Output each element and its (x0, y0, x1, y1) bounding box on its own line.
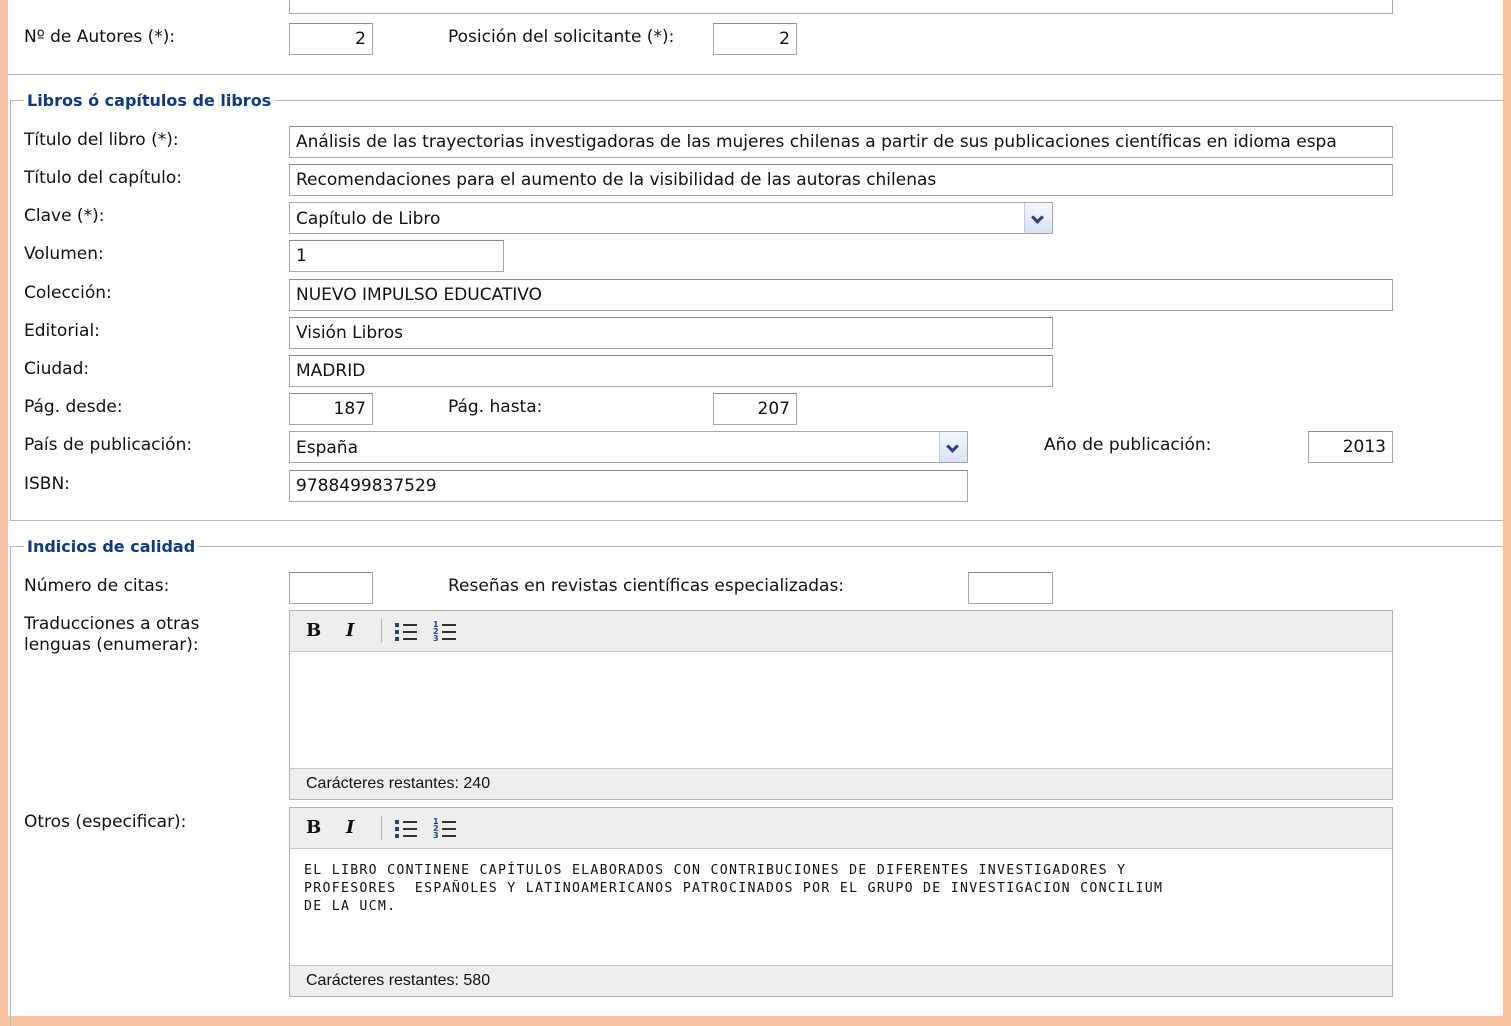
authors-count-label: Nº de Autores (*): (24, 27, 176, 47)
toolbar-separator (381, 619, 382, 643)
collection-input[interactable]: NUEVO IMPULSO EDUCATIVO (289, 279, 1393, 311)
page-to-input[interactable]: 207 (713, 393, 797, 425)
volume-label: Volumen: (24, 244, 104, 264)
others-text-line: EL LIBRO CONTINENE CAPÍTULOS ELABORADOS … (304, 863, 1127, 878)
others-label: Otros (especificar): (24, 812, 187, 832)
citations-input[interactable] (289, 572, 373, 604)
quality-legend: Indicios de calidad (24, 537, 199, 557)
country-label: País de publicación: (24, 435, 193, 455)
toolbar-separator (381, 816, 382, 840)
section-divider (8, 74, 1503, 75)
country-select-value: España (296, 438, 358, 458)
chevron-down-icon[interactable] (939, 432, 967, 462)
others-remaining: Carácteres restantes: 580 (290, 965, 1392, 996)
page-from-input[interactable]: 187 (289, 393, 373, 425)
translations-editor: B I 1 2 3 Carácteres restantes: 240 (289, 610, 1393, 800)
others-text-line: DE LA UCM. (304, 899, 397, 914)
city-input[interactable]: MADRID (289, 355, 1053, 387)
chevron-down-icon[interactable] (1024, 203, 1052, 233)
translations-remaining: Carácteres restantes: 240 (290, 768, 1392, 799)
key-select[interactable]: Capítulo de Libro (289, 202, 1053, 234)
key-select-value: Capítulo de Libro (296, 209, 441, 229)
book-title-label: Título del libro (*): (24, 130, 179, 150)
chapter-title-label: Título del capítulo: (24, 168, 183, 188)
key-label: Clave (*): (24, 206, 105, 226)
publisher-label: Editorial: (24, 321, 100, 341)
bold-icon[interactable]: B (306, 621, 321, 641)
country-select[interactable]: España (289, 431, 968, 463)
page-from-label: Pág. desde: (24, 397, 123, 417)
others-editor: B I 1 2 3 EL LIBRO CONTINENE CAPÍTULOS E… (289, 807, 1393, 997)
italic-icon[interactable]: I (346, 621, 354, 641)
isbn-input[interactable]: 9788499837529 (289, 470, 968, 502)
applicant-position-input[interactable]: 2 (713, 23, 797, 55)
translations-text-area[interactable] (304, 669, 1378, 767)
citations-label: Número de citas: (24, 576, 170, 596)
volume-input[interactable]: 1 (289, 240, 504, 272)
book-title-input[interactable]: Análisis de las trayectorias investigado… (289, 126, 1393, 158)
collection-label: Colección: (24, 283, 112, 303)
form-panel: Nº de Autores (*): 2 Posición del solici… (8, 0, 1503, 1026)
publisher-input[interactable]: Visión Libros (289, 317, 1053, 349)
year-input[interactable]: 2013 (1308, 431, 1393, 463)
year-label: Año de publicación: (1044, 435, 1212, 455)
others-text-line: PROFESORES ESPAÑOLES Y LATINOAMERICANOS … (304, 881, 1164, 896)
chapter-title-input[interactable]: Recomendaciones para el aumento de la vi… (289, 164, 1393, 196)
translations-label-line2: lenguas (enumerar): (24, 635, 199, 655)
bullet-list-icon[interactable] (394, 818, 418, 840)
bullet-list-icon[interactable] (394, 621, 418, 643)
previous-field-partial[interactable] (289, 0, 1393, 14)
city-label: Ciudad: (24, 359, 90, 379)
books-legend: Libros ó capítulos de libros (24, 91, 275, 111)
reviews-input[interactable] (968, 572, 1053, 604)
reviews-label: Reseñas en revistas científicas especial… (448, 576, 845, 596)
translations-label-line1: Traducciones a otras (24, 614, 200, 634)
numbered-list-icon[interactable]: 1 2 3 (433, 621, 457, 643)
page-to-label: Pág. hasta: (448, 397, 543, 417)
isbn-label: ISBN: (24, 474, 70, 494)
numbered-list-icon[interactable]: 1 2 3 (433, 818, 457, 840)
italic-icon[interactable]: I (346, 818, 354, 838)
applicant-position-label: Posición del solicitante (*): (448, 27, 675, 47)
others-text-area[interactable]: EL LIBRO CONTINENE CAPÍTULOS ELABORADOS … (304, 862, 1378, 916)
authors-count-input[interactable]: 2 (289, 23, 373, 55)
bold-icon[interactable]: B (306, 818, 321, 838)
translations-toolbar: B I 1 2 3 (290, 611, 1392, 652)
others-toolbar: B I 1 2 3 (290, 808, 1392, 849)
